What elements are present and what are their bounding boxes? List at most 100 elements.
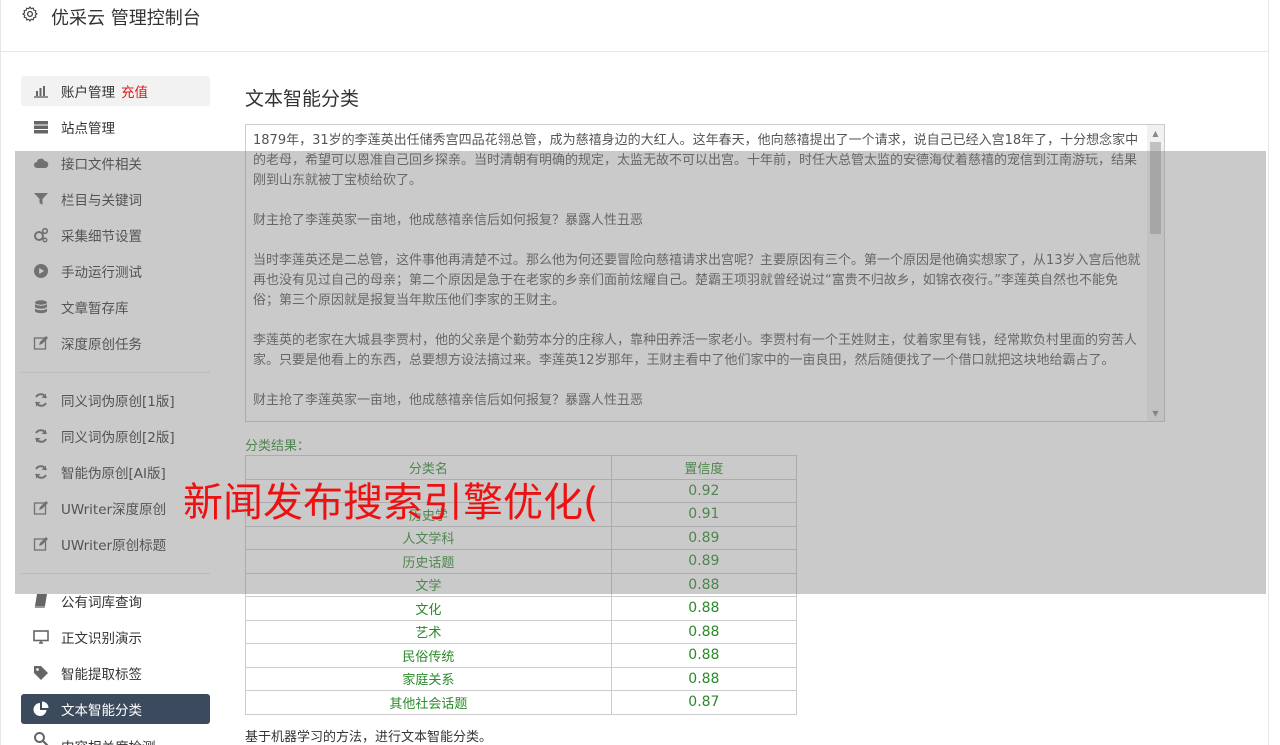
- sidebar-item-label: 正文识别演示: [61, 631, 142, 647]
- confidence-cell: 0.91: [610, 502, 798, 527]
- sidebar-item-label: 深度原创任务: [61, 337, 142, 353]
- text-paragraph: 财主抢了李莲英家一亩地，他成慈禧亲信后如何报复？暴露人性丑恶: [253, 393, 644, 408]
- page-title: 文本智能分类: [245, 88, 360, 110]
- sidebar-item-manual-run[interactable]: 手动运行测试: [21, 256, 210, 286]
- category-cell: 人文学科: [245, 525, 612, 550]
- table-row: 其他社会话题 0.87: [245, 690, 798, 715]
- result-label: 分类结果：: [245, 439, 311, 454]
- table-row: 文化 0.88: [245, 596, 798, 621]
- book-icon: [32, 592, 50, 610]
- search-icon: [32, 730, 50, 745]
- text-paragraph: 财主抢了李莲英家一亩地，他成慈禧亲信后如何报复？暴露人性丑恶: [253, 213, 644, 228]
- confidence-cell: 0.88: [610, 572, 798, 597]
- pie-chart-icon: [32, 700, 50, 718]
- category-cell: 家庭关系: [245, 666, 612, 691]
- table-row: 艺术 0.88: [245, 619, 798, 644]
- sidebar-item-label: 接口文件相关: [61, 157, 142, 173]
- description-text: 基于机器学习的方法，进行文本智能分类。: [245, 730, 493, 745]
- desktop-icon: [32, 628, 50, 646]
- sidebar-item-uwriter-deep[interactable]: UWriter深度原创: [21, 493, 210, 523]
- recharge-link[interactable]: 充值: [121, 81, 148, 101]
- sidebar-item-synonym-v1[interactable]: 同义词伪原创[1版]: [21, 385, 210, 415]
- sidebar-item-uwriter-title[interactable]: UWriter原创标题: [21, 529, 210, 559]
- sidebar-item-label: 智能伪原创[AI版]: [61, 466, 166, 482]
- sidebar-item-label: UWriter原创标题: [61, 538, 167, 554]
- category-cell: 历史话题: [245, 549, 612, 574]
- text-paragraph: 当时李莲英还是二总管，这件事他再清楚不过。那么他为何还要冒险向慈禧请求出宫呢？主…: [253, 253, 1141, 308]
- text-paragraph: 李莲英的老家在大城县李贾村，他的父亲是个勤劳本分的庄稼人，靠种田养活一家老小。李…: [253, 333, 1138, 368]
- category-cell: 文学: [245, 572, 612, 597]
- sidebar-item-ai-rewrite[interactable]: 智能伪原创[AI版]: [21, 457, 210, 487]
- cloud-upload-icon: [32, 154, 50, 172]
- textarea-scrollbar[interactable]: ▲ ▼: [1147, 125, 1164, 421]
- refresh-icon: [32, 427, 50, 445]
- edit-icon: [32, 499, 50, 517]
- sidebar-item-text-classification[interactable]: 文本智能分类: [21, 694, 210, 724]
- filter-icon: [32, 190, 50, 208]
- sidebar-item-label: 同义词伪原创[1版]: [61, 394, 175, 410]
- confidence-cell: 0.87: [610, 690, 798, 715]
- edit-icon: [32, 334, 50, 352]
- category-cell: 艺术: [245, 619, 612, 644]
- text-input-content[interactable]: 1879年，31岁的李莲英出任储秀宫四品花翎总管，成为慈禧身边的大红人。这年春天…: [253, 131, 1141, 421]
- confidence-cell: 0.88: [610, 619, 798, 644]
- refresh-icon: [32, 463, 50, 481]
- table-row: 民俗传统 0.88: [245, 643, 798, 668]
- server-icon: [32, 118, 50, 136]
- confidence-cell: 0.88: [610, 596, 798, 621]
- sidebar-item-label: 采集细节设置: [61, 229, 142, 245]
- category-cell: 民俗传统: [245, 643, 612, 668]
- table-row: 人文学科 0.89: [245, 525, 798, 550]
- sidebar-item-synonym-v2[interactable]: 同义词伪原创[2版]: [21, 421, 210, 451]
- table-row: 历史话题 0.89: [245, 549, 798, 574]
- refresh-icon: [32, 391, 50, 409]
- sidebar-item-label: 同义词伪原创[2版]: [61, 430, 175, 446]
- sidebar-item-columns-keywords[interactable]: 栏目与关键词: [21, 184, 210, 214]
- category-cell: 文化: [245, 596, 612, 621]
- overlay-watermark-text: 新闻发布搜索引擎优化(: [183, 480, 599, 526]
- sidebar-item-text-recognition[interactable]: 正文识别演示: [21, 622, 210, 652]
- sidebar-item-sites[interactable]: 站点管理: [21, 112, 210, 142]
- bar-chart-icon: [32, 82, 50, 100]
- sidebar-divider: [21, 372, 210, 373]
- sidebar-item-label: 手动运行测试: [61, 265, 142, 281]
- gear-icon: [21, 5, 39, 23]
- scroll-up-arrow-icon[interactable]: ▲: [1147, 125, 1164, 141]
- sidebar-divider: [21, 573, 210, 574]
- sidebar-item-label: 账户管理: [61, 85, 115, 101]
- app-title: 优采云 管理控制台: [51, 8, 201, 29]
- confidence-cell: 0.89: [610, 525, 798, 550]
- sidebar-item-label: 智能提取标签: [61, 667, 142, 683]
- text-paragraph: 1879年，31岁的李莲英出任储秀宫四品花翎总管，成为慈禧身边的大红人。这年春天…: [253, 133, 1139, 188]
- table-row: 文学 0.88: [245, 572, 798, 597]
- edit-icon: [32, 535, 50, 553]
- column-header-confidence: 置信度: [610, 455, 798, 480]
- database-icon: [32, 298, 50, 316]
- sidebar-item-account[interactable]: 账户管理 充值: [21, 76, 210, 106]
- confidence-cell: 0.92: [610, 478, 798, 503]
- scrollbar-thumb[interactable]: [1150, 142, 1161, 234]
- top-header: 优采云 管理控制台: [0, 0, 1268, 52]
- sidebar-item-collect-settings[interactable]: 采集细节设置: [21, 220, 210, 250]
- sidebar-item-label: UWriter深度原创: [61, 502, 167, 518]
- text-input-area[interactable]: 1879年，31岁的李莲英出任储秀宫四品花翎总管，成为慈禧身边的大红人。这年春天…: [245, 124, 1165, 422]
- table-row: 家庭关系 0.88: [245, 666, 798, 691]
- cogs-icon: [32, 226, 50, 244]
- sidebar-item-label: 文章暂存库: [61, 301, 129, 317]
- sidebar-item-label: 内容相关度检测: [61, 736, 156, 745]
- sidebar-item-extract-tags[interactable]: 智能提取标签: [21, 658, 210, 688]
- sidebar-item-public-dictionary[interactable]: 公有词库查询: [21, 586, 210, 616]
- confidence-cell: 0.88: [610, 643, 798, 668]
- scroll-down-arrow-icon[interactable]: ▼: [1147, 405, 1164, 421]
- confidence-cell: 0.89: [610, 549, 798, 574]
- sidebar-item-label: 文本智能分类: [61, 703, 142, 719]
- sidebar-item-deep-original[interactable]: 深度原创任务: [21, 328, 210, 358]
- sidebar-item-interface-files[interactable]: 接口文件相关: [21, 148, 210, 178]
- sidebar-item-relevance-check[interactable]: 内容相关度检测: [21, 730, 210, 745]
- sidebar-item-article-storage[interactable]: 文章暂存库: [21, 292, 210, 322]
- tag-icon: [32, 664, 50, 682]
- page-left-border: [0, 0, 1, 745]
- sidebar-item-label: 站点管理: [61, 121, 115, 137]
- confidence-cell: 0.88: [610, 666, 798, 691]
- sidebar-item-label: 公有词库查询: [61, 595, 142, 611]
